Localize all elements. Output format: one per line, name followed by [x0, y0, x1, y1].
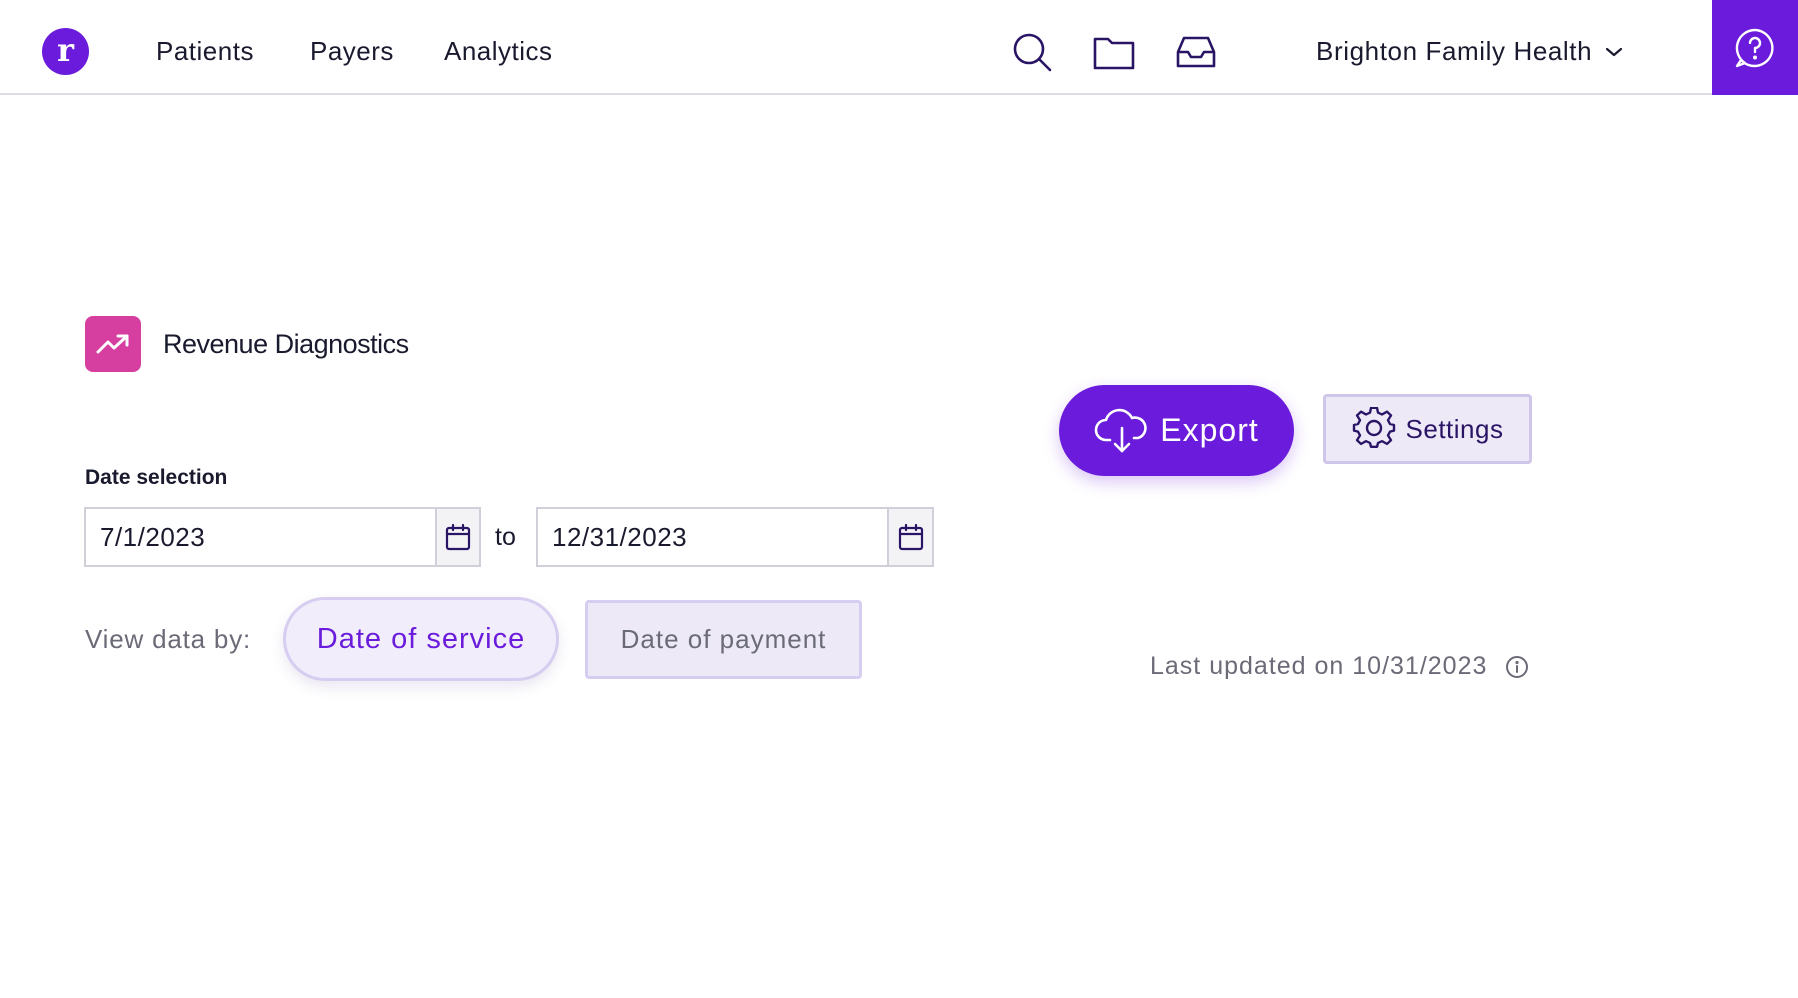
- start-date-input[interactable]: [86, 509, 435, 565]
- calendar-icon: [445, 523, 471, 551]
- start-date-field: [84, 507, 481, 567]
- search-icon[interactable]: [1010, 30, 1054, 74]
- last-updated-text: Last updated on 10/31/2023: [1150, 652, 1488, 680]
- help-button[interactable]: [1712, 0, 1798, 95]
- gear-icon: [1352, 407, 1395, 448]
- date-selection-label: Date selection: [85, 466, 228, 489]
- cloud-download-icon: [1094, 408, 1147, 452]
- info-icon[interactable]: [1505, 655, 1529, 679]
- date-of-payment-toggle[interactable]: Date of payment: [585, 600, 862, 679]
- organization-name: Brighton Family Health: [1316, 36, 1593, 66]
- calendar-icon: [898, 523, 923, 551]
- date-range-separator: to: [495, 523, 516, 551]
- chevron-down-icon: [1606, 47, 1623, 56]
- last-updated-status: Last updated on 10/31/2023: [1150, 652, 1529, 681]
- start-date-calendar-button[interactable]: [435, 509, 479, 565]
- nav-analytics[interactable]: Analytics: [444, 36, 553, 67]
- trending-up-icon: [85, 316, 141, 372]
- export-button[interactable]: Export: [1059, 385, 1294, 476]
- top-navigation-bar: r Patients Payers Analytics Brighton Fam…: [0, 0, 1798, 95]
- help-icon: [1735, 28, 1774, 67]
- view-data-by-label: View data by:: [85, 624, 252, 654]
- settings-button[interactable]: Settings: [1323, 394, 1532, 464]
- folder-icon[interactable]: [1092, 30, 1136, 74]
- page-header: Revenue Diagnostics: [85, 316, 409, 372]
- settings-label: Settings: [1405, 413, 1504, 444]
- end-date-calendar-button[interactable]: [887, 509, 932, 565]
- export-label: Export: [1160, 412, 1259, 448]
- page-title: Revenue Diagnostics: [163, 328, 409, 359]
- nav-patients[interactable]: Patients: [156, 36, 254, 67]
- nav-payers[interactable]: Payers: [310, 36, 394, 67]
- inbox-icon[interactable]: [1174, 30, 1218, 74]
- end-date-input[interactable]: [538, 509, 887, 565]
- app-logo[interactable]: r: [42, 28, 89, 75]
- date-of-service-toggle[interactable]: Date of service: [283, 597, 559, 681]
- end-date-field: [536, 507, 934, 567]
- organization-selector[interactable]: Brighton Family Health: [1316, 36, 1624, 67]
- logo-letter: r: [57, 30, 74, 69]
